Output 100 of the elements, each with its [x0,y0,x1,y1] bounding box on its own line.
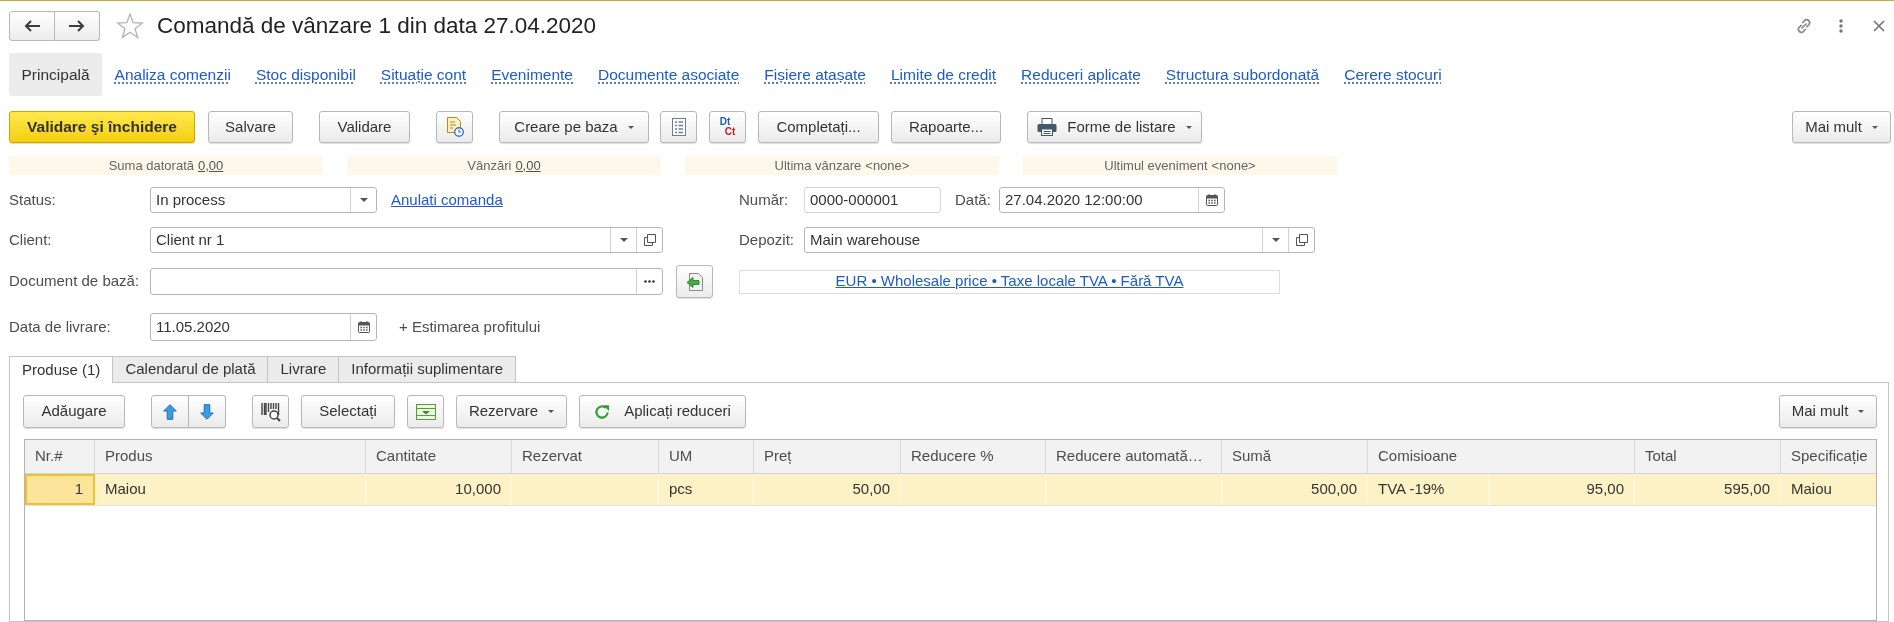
section-tab[interactable]: Structura subordonată [1153,53,1332,96]
caret-icon [1871,125,1878,129]
status-dropdown[interactable]: In process [150,187,377,213]
table-cell: 1 [25,474,95,505]
barcode-search-button[interactable] [252,395,289,428]
field-label: Data de livrare: [9,316,112,337]
table-fill-button[interactable] [407,395,444,428]
tab[interactable]: Informații suplimentare [339,356,517,382]
warehouse-dropdown[interactable]: Main warehouse [804,227,1315,253]
cancel-order-link[interactable]: Anulati comanda [391,188,503,212]
reports-button[interactable]: Rapoarte... [891,111,1001,143]
fill-from-base-button[interactable] [676,265,713,298]
close-icon[interactable] [1873,20,1885,32]
back-button[interactable] [9,11,55,41]
amount-link[interactable]: 0,00 [515,155,541,176]
more-button[interactable]: Mai mult [1792,111,1891,143]
section-tab[interactable]: Stoc disponibil [243,53,369,96]
column-header[interactable]: Nr.# [25,440,95,473]
summary-label: Ultimul eveniment [1104,156,1208,175]
window-title: Comandă de vânzare 1 din data 27.04.2020 [157,12,597,41]
tab[interactable]: Livrare [268,356,340,382]
table-row[interactable]: 1 Maiou 10,000 pcs 50,00 500,00 TVA -19% 95,00 595,00 Maiou [25,474,1876,506]
arrow-up-icon [163,403,177,420]
field-label: Client: [9,229,53,250]
reserve-button[interactable]: Rezervare [456,395,567,428]
refresh-icon [594,403,611,420]
document-clock-icon [445,117,464,137]
column-header[interactable]: Reducere % [901,440,1046,473]
column-header[interactable]: Preț [754,440,901,473]
more-button[interactable]: Mai mult [1779,395,1877,428]
caret-icon [359,198,368,202]
column-header[interactable]: Cantitate [366,440,512,473]
caret-icon [619,238,628,242]
table-cell: 595,00 [1635,474,1781,505]
client-dropdown[interactable]: Client nr 1 [150,227,663,253]
column-header[interactable]: Reducere automată… [1046,440,1222,473]
table-cell: 50,00 [754,474,901,505]
tab[interactable]: Calendarul de plată [113,356,269,382]
section-tab[interactable]: Analiza comenzii [102,53,244,96]
section-tab[interactable]: Situație cont [368,53,479,96]
section-tab[interactable]: Evenimente [478,53,586,96]
field-label: Număr: [739,189,790,210]
ellipsis-icon [644,280,655,283]
number-field[interactable]: 0000-000001 [804,187,941,213]
table-icon [415,403,436,420]
add-button[interactable]: Adăugare [23,395,125,428]
select-button[interactable]: Selectați [301,395,395,428]
document-list-icon [671,118,686,136]
arrow-left-icon [24,20,40,32]
profit-estimate-link[interactable]: + Estimarea profitului [399,315,541,339]
summary-label: Vânzări [467,156,512,175]
forward-button[interactable] [55,11,100,41]
link-icon[interactable] [1794,16,1814,36]
date-field[interactable]: 27.04.2020 12:00:00 [999,187,1225,213]
section-tab[interactable]: Limite de credit [878,53,1009,96]
calendar-icon [1205,194,1218,206]
summary-value: <none> [1211,156,1256,175]
debit-credit-button[interactable]: Dt Ct [709,111,746,143]
caret-icon [1858,410,1865,413]
delivery-date-field[interactable]: 11.05.2020 [150,313,377,341]
column-header[interactable]: Specificație [1781,440,1876,473]
create-based-on-button[interactable]: Creare pe baza [499,111,649,143]
amount-link[interactable]: 0,00 [198,155,224,176]
overlapping-squares-icon [1295,234,1308,246]
printer-icon [1037,118,1058,136]
print-forms-button[interactable]: Forme de listare [1027,111,1202,143]
section-tab[interactable]: Fișiere atașate [751,53,879,96]
caret-icon [548,410,555,413]
column-header[interactable]: Sumă [1222,440,1368,473]
column-header[interactable]: Produs [95,440,366,473]
document-list-button[interactable] [660,111,697,143]
schedule-button[interactable] [436,111,473,143]
section-tab[interactable]: Documente asociate [585,53,752,96]
section-tab[interactable]: Reduceri aplicate [1008,53,1154,96]
star-icon[interactable] [116,13,144,39]
field-label: Dată: [955,189,992,210]
move-up-button[interactable] [151,395,189,428]
fill-button[interactable]: Completați... [758,111,879,143]
field-label: Status: [9,189,57,210]
column-header[interactable]: Comisioane [1368,440,1635,473]
column-header[interactable]: Total [1635,440,1781,473]
section-tab[interactable]: Cerere stocuri [1331,53,1455,96]
save-button[interactable]: Salvare [208,111,293,143]
kebab-menu-icon[interactable] [1839,19,1843,33]
document-arrow-icon [685,272,704,291]
tab[interactable]: Produse (1) [9,356,114,383]
column-header[interactable]: UM [659,440,754,473]
field-label: Document de bază: [9,271,141,292]
caret-icon [1271,238,1280,242]
apply-discounts-button[interactable]: Aplicați reduceri [579,395,746,428]
table-cell: TVA -19% [1368,474,1489,505]
column-header[interactable]: Rezervat [512,440,659,473]
base-document-field[interactable] [150,268,663,295]
section-tab[interactable]: Principală [9,53,103,96]
post-button[interactable]: Validare [319,111,410,143]
post-and-close-button[interactable]: Validare şi închidere [9,111,195,143]
price-settings-link[interactable]: EUR • Wholesale price • Taxe locale TVA • Fără TVA [835,270,1184,293]
table-cell-text: 95,00 [1585,479,1625,500]
arrow-down-icon [200,403,214,420]
move-down-button[interactable] [189,395,226,428]
